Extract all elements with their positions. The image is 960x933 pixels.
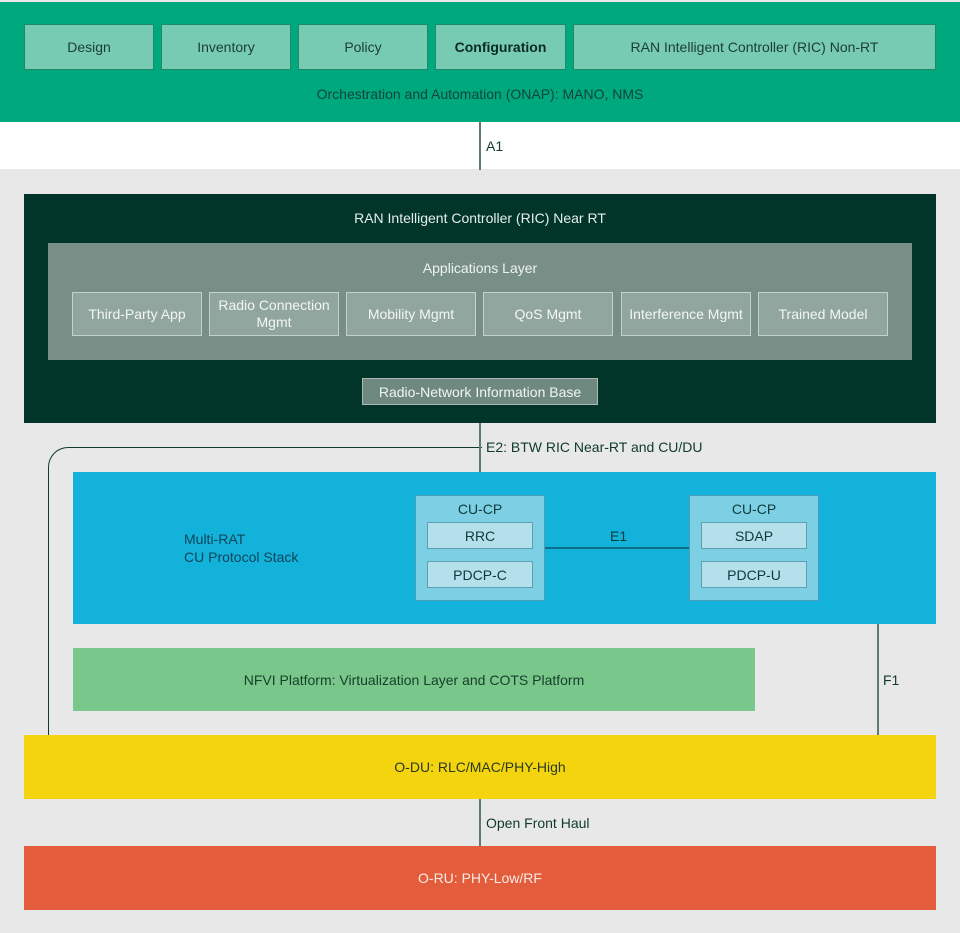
- a1-label: A1: [486, 138, 504, 154]
- onap-tab-label: RAN Intelligent Controller (RIC) Non-RT: [630, 39, 879, 55]
- cu-item-label: PDCP-C: [453, 566, 507, 583]
- onap-tab-label: Policy: [344, 39, 382, 55]
- a1-connector-line: [479, 122, 481, 170]
- cu-item-pdcp-u[interactable]: PDCP-U: [701, 561, 807, 588]
- onap-tab-label: Configuration: [454, 39, 547, 55]
- app-label: Radio Connection Mgmt: [218, 297, 330, 330]
- app-label: Trained Model: [778, 305, 868, 322]
- onap-tab-configuration[interactable]: Configuration: [435, 24, 566, 70]
- e2-connector-line: [479, 423, 481, 472]
- cu-box-title: CU-CP: [457, 501, 503, 517]
- fronthaul-label: Open Front Haul: [486, 815, 590, 831]
- onap-tab-label: Design: [67, 39, 111, 55]
- f1-connector-line: [877, 624, 879, 735]
- app-third-party[interactable]: Third-Party App: [72, 292, 202, 336]
- radio-network-information-base[interactable]: Radio-Network Information Base: [362, 378, 598, 405]
- app-trained-model[interactable]: Trained Model: [758, 292, 888, 336]
- cu-item-label: SDAP: [734, 527, 774, 544]
- cu-item-rrc[interactable]: RRC: [427, 522, 533, 549]
- cu-box-title: CU-CP: [731, 501, 777, 517]
- cu-cp-box-left[interactable]: CU-CP RRC PDCP-C: [415, 495, 545, 601]
- rnib-label: Radio-Network Information Base: [378, 383, 582, 400]
- cu-item-label: RRC: [464, 527, 496, 544]
- nfvi-platform-block[interactable]: NFVI Platform: Virtualization Layer and …: [73, 648, 755, 711]
- cu-cp-box-right[interactable]: CU-CP SDAP PDCP-U: [689, 495, 819, 601]
- onap-tab-policy[interactable]: Policy: [298, 24, 428, 70]
- onap-caption: Orchestration and Automation (ONAP): MAN…: [316, 86, 644, 102]
- o-ru-label: O-RU: PHY-Low/RF: [418, 870, 542, 886]
- cu-label: Multi-RAT CU Protocol Stack: [184, 530, 298, 566]
- app-interference-mgmt[interactable]: Interference Mgmt: [621, 292, 751, 336]
- onap-tab-ric-non-rt[interactable]: RAN Intelligent Controller (RIC) Non-RT: [573, 24, 936, 70]
- cu-item-pdcp-c[interactable]: PDCP-C: [427, 561, 533, 588]
- onap-tab-design[interactable]: Design: [24, 24, 154, 70]
- o-ru-block[interactable]: O-RU: PHY-Low/RF: [24, 846, 936, 910]
- app-mobility-mgmt[interactable]: Mobility Mgmt: [346, 292, 476, 336]
- f1-label: F1: [883, 672, 900, 688]
- cu-item-label: PDCP-U: [727, 566, 781, 583]
- o-du-block[interactable]: O-DU: RLC/MAC/PHY-High: [24, 735, 936, 799]
- nfvi-label: NFVI Platform: Virtualization Layer and …: [243, 671, 585, 688]
- fronthaul-connector-line: [479, 799, 481, 846]
- app-label: Third-Party App: [88, 305, 186, 322]
- applications-layer-title: Applications Layer: [422, 260, 538, 276]
- app-radio-connection-mgmt[interactable]: Radio Connection Mgmt: [209, 292, 339, 336]
- e1-label: E1: [610, 528, 628, 544]
- o-du-label: O-DU: RLC/MAC/PHY-High: [394, 759, 566, 775]
- app-qos-mgmt[interactable]: QoS Mgmt: [483, 292, 613, 336]
- onap-tab-inventory[interactable]: Inventory: [161, 24, 291, 70]
- e1-connector-line: [545, 547, 689, 549]
- cu-label-line1: Multi-RAT: [184, 531, 246, 547]
- cu-item-sdap[interactable]: SDAP: [701, 522, 807, 549]
- cu-label-line2: CU Protocol Stack: [184, 549, 299, 565]
- app-label: Mobility Mgmt: [367, 305, 455, 322]
- e2-label: E2: BTW RIC Near-RT and CU/DU: [486, 439, 703, 455]
- app-label: Interference Mgmt: [629, 305, 743, 322]
- app-label: QoS Mgmt: [514, 305, 582, 322]
- onap-tab-label: Inventory: [197, 39, 255, 55]
- ric-near-rt-title: RAN Intelligent Controller (RIC) Near RT: [354, 210, 606, 226]
